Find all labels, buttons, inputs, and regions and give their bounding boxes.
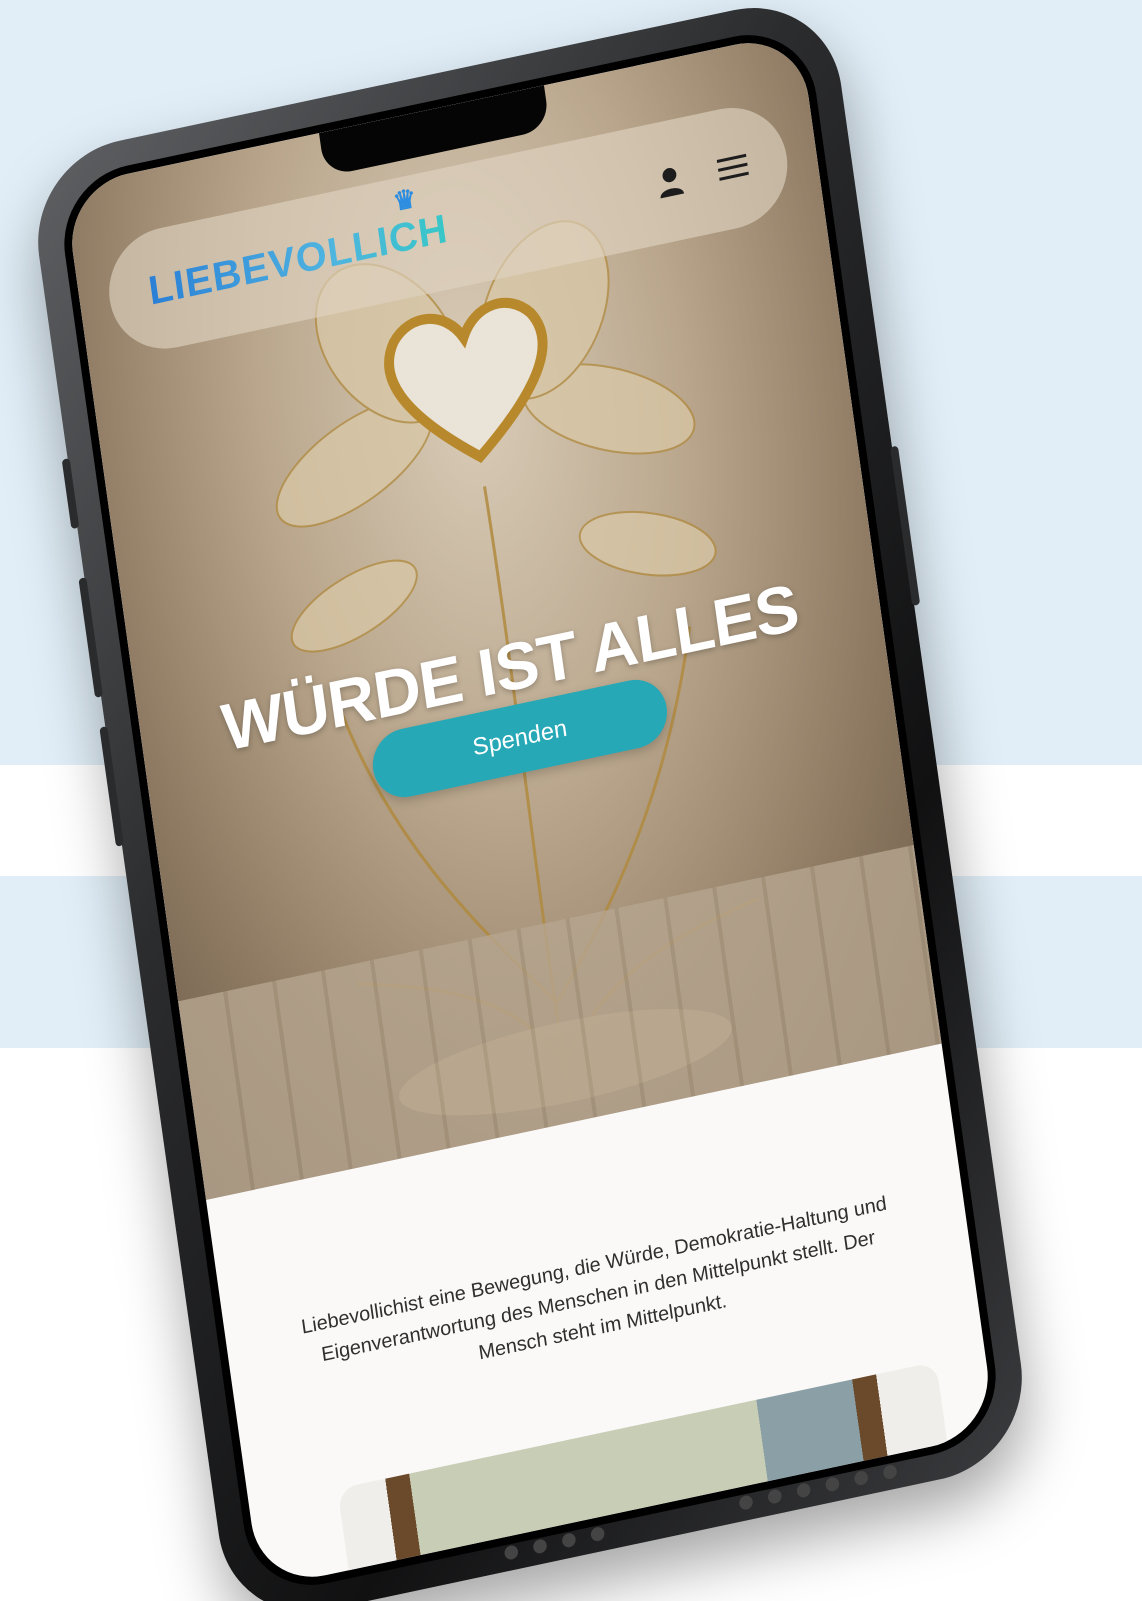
hero-section: LIEBEVOLLICH ♛ WÜRDE IST ALLES Spenden [63,30,942,1200]
mockup-stage: LIEBEVOLLICH ♛ WÜRDE IST ALLES Spenden L… [0,0,1142,1601]
crown-icon: ♛ [391,181,420,217]
site-logo[interactable]: LIEBEVOLLICH ♛ [145,182,451,314]
user-icon[interactable] [654,163,688,199]
hamburger-menu-icon[interactable] [716,150,750,186]
logo-text: LIEBEVOLLICH [145,206,451,314]
about-text: Liebevollichist eine Bewegung, die Würde… [299,1192,889,1367]
header-actions [654,150,750,199]
